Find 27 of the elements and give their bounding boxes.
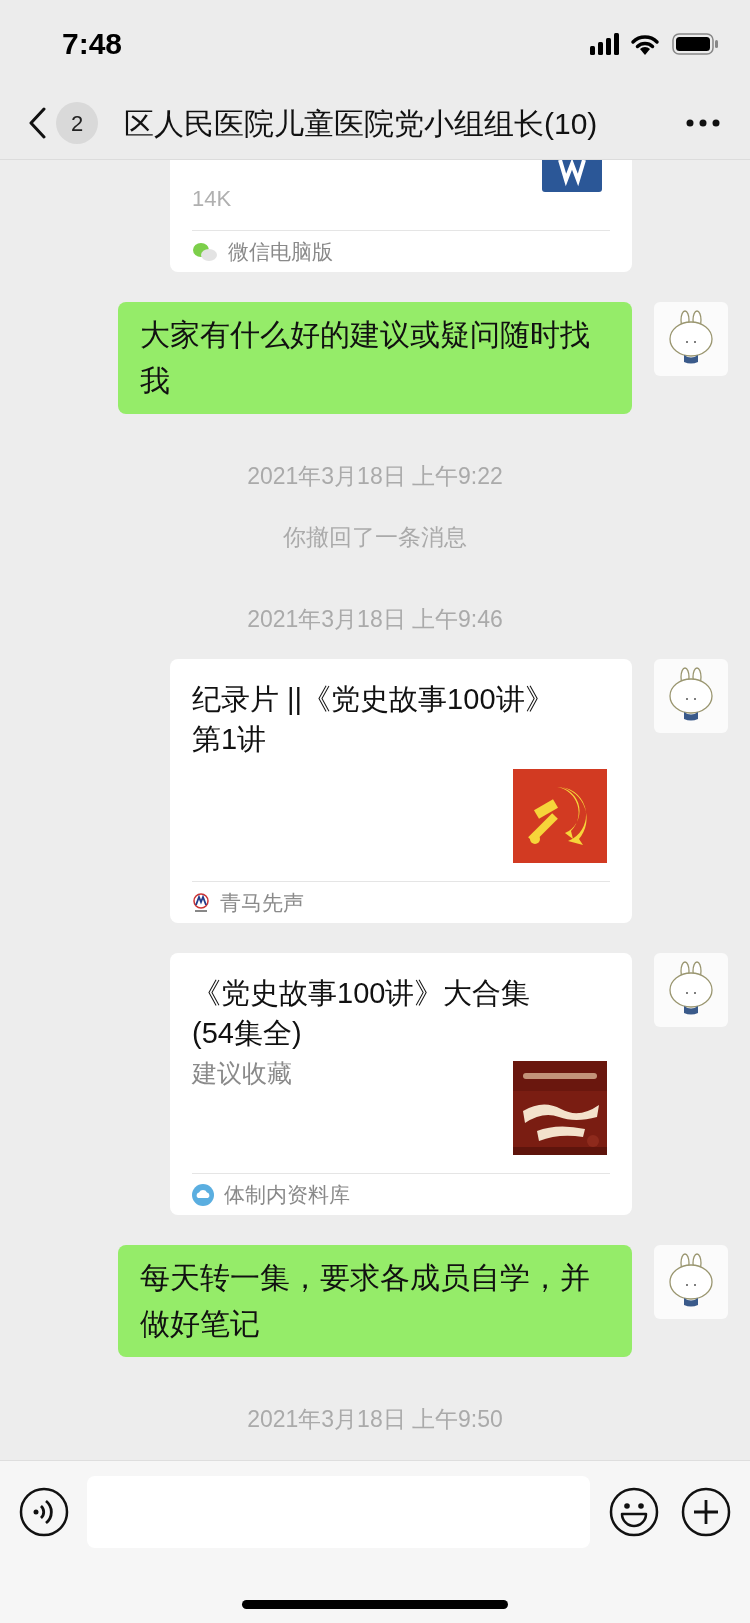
plus-icon[interactable] [681,1487,731,1537]
unread-count: 2 [56,102,98,145]
back-icon[interactable] [28,107,46,140]
wifi-icon [630,32,660,55]
status-time: 7:48 [62,26,123,63]
link-title: 纪录片 ||《党史故事100讲》第1讲 [191,682,555,757]
source-logo-icon [192,892,210,913]
link-title: 《党史故事100讲》大合集 (54集全) [191,976,532,1051]
timestamp: 2021年3月18日 上午9:46 [246,605,504,634]
source-name: 微信电脑版 [228,238,333,265]
chat-title: 区人民医院儿童医院党小组组长(10) [124,105,598,142]
timestamp: 2021年3月18日 上午9:22 [246,462,504,491]
system-notice: 你撤回了一条消息 [282,523,468,552]
chat-bubbles-icon [192,241,218,262]
source-name: 青马先声 [220,889,304,916]
voice-icon[interactable] [19,1487,69,1537]
signal-icon [590,32,620,55]
source-name: 体制内资料库 [224,1181,350,1208]
more-icon[interactable] [686,119,720,128]
message-bubble: 大家有什么好的建议或疑问随时找我 [118,302,632,414]
link-description: 建议收藏 [192,1058,293,1089]
battery-icon [672,32,718,55]
timestamp: 2021年3月18日 上午9:50 [246,1405,504,1434]
cloud-logo-icon [192,1183,214,1206]
emoji-icon[interactable] [609,1487,659,1537]
file-size: 14K [192,185,232,213]
message-bubble: 每天转一集，要求各成员自学，并做好笔记 [118,1245,632,1357]
